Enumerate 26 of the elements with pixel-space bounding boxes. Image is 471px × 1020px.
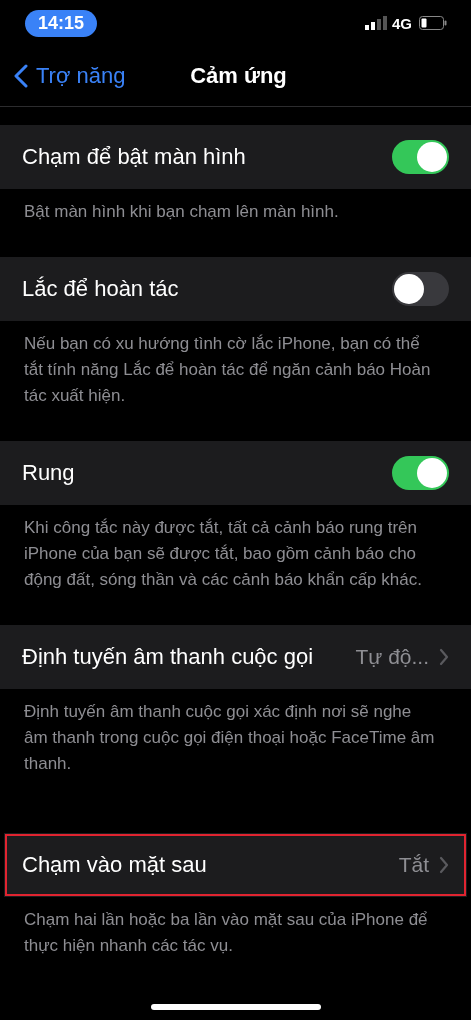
row-label: Định tuyến âm thanh cuộc gọi: [22, 644, 315, 670]
row-value: Tự độ...: [355, 645, 429, 669]
row-description: Chạm hai lần hoặc ba lần vào mặt sau của iPhone để thực hiện nhanh các tác vụ.: [23, 909, 429, 957]
row-value: Tắt: [398, 853, 429, 877]
toggle-switch[interactable]: [392, 456, 449, 490]
battery-icon: [419, 16, 447, 30]
row-description: Định tuyến âm thanh cuộc gọi xác định nơi sẽ nghe âm thanh trong cuộc gọi điện thoại hoặc FaceTime âm thanh.: [23, 701, 436, 775]
settings-row[interactable]: Chạm vào mặt sau Tắt: [4, 833, 467, 897]
row-description: Nếu bạn có xu hướng tình cờ lắc iPhone, bạn có thể tắt tính năng Lắc để hoàn tác để ngăn cảnh báo Hoàn tác xuất hiện.: [23, 333, 432, 407]
toggle-switch[interactable]: [392, 140, 449, 174]
row-label: Chạm vào mặt sau: [22, 852, 208, 878]
chevron-right-icon: [439, 648, 449, 666]
signal-icon: [365, 16, 387, 30]
row-label: Rung: [22, 460, 76, 486]
row-label: Chạm để bật màn hình: [22, 144, 247, 170]
row-description: Khi công tắc này được tắt, tất cả cảnh báo rung trên iPhone của bạn sẽ được tắt, bao gồm cảnh báo cho động đất, sóng thần và các cảnh báo khẩn cấp khác.: [23, 517, 423, 591]
status-time: 14:15: [25, 9, 98, 37]
toggle-switch[interactable]: [392, 272, 449, 306]
page-title: Cảm ứng: [190, 63, 287, 89]
chevron-left-icon: [14, 64, 28, 88]
row-label: Lắc để hoàn tác: [22, 276, 180, 302]
chevron-right-icon: [439, 856, 449, 874]
settings-row[interactable]: Định tuyến âm thanh cuộc gọi Tự độ...: [0, 625, 471, 689]
back-button[interactable]: Trợ năng: [14, 63, 126, 89]
network-label: 4G: [392, 14, 412, 32]
row-description: Bật màn hình khi bạn chạm lên màn hình.: [23, 201, 340, 223]
